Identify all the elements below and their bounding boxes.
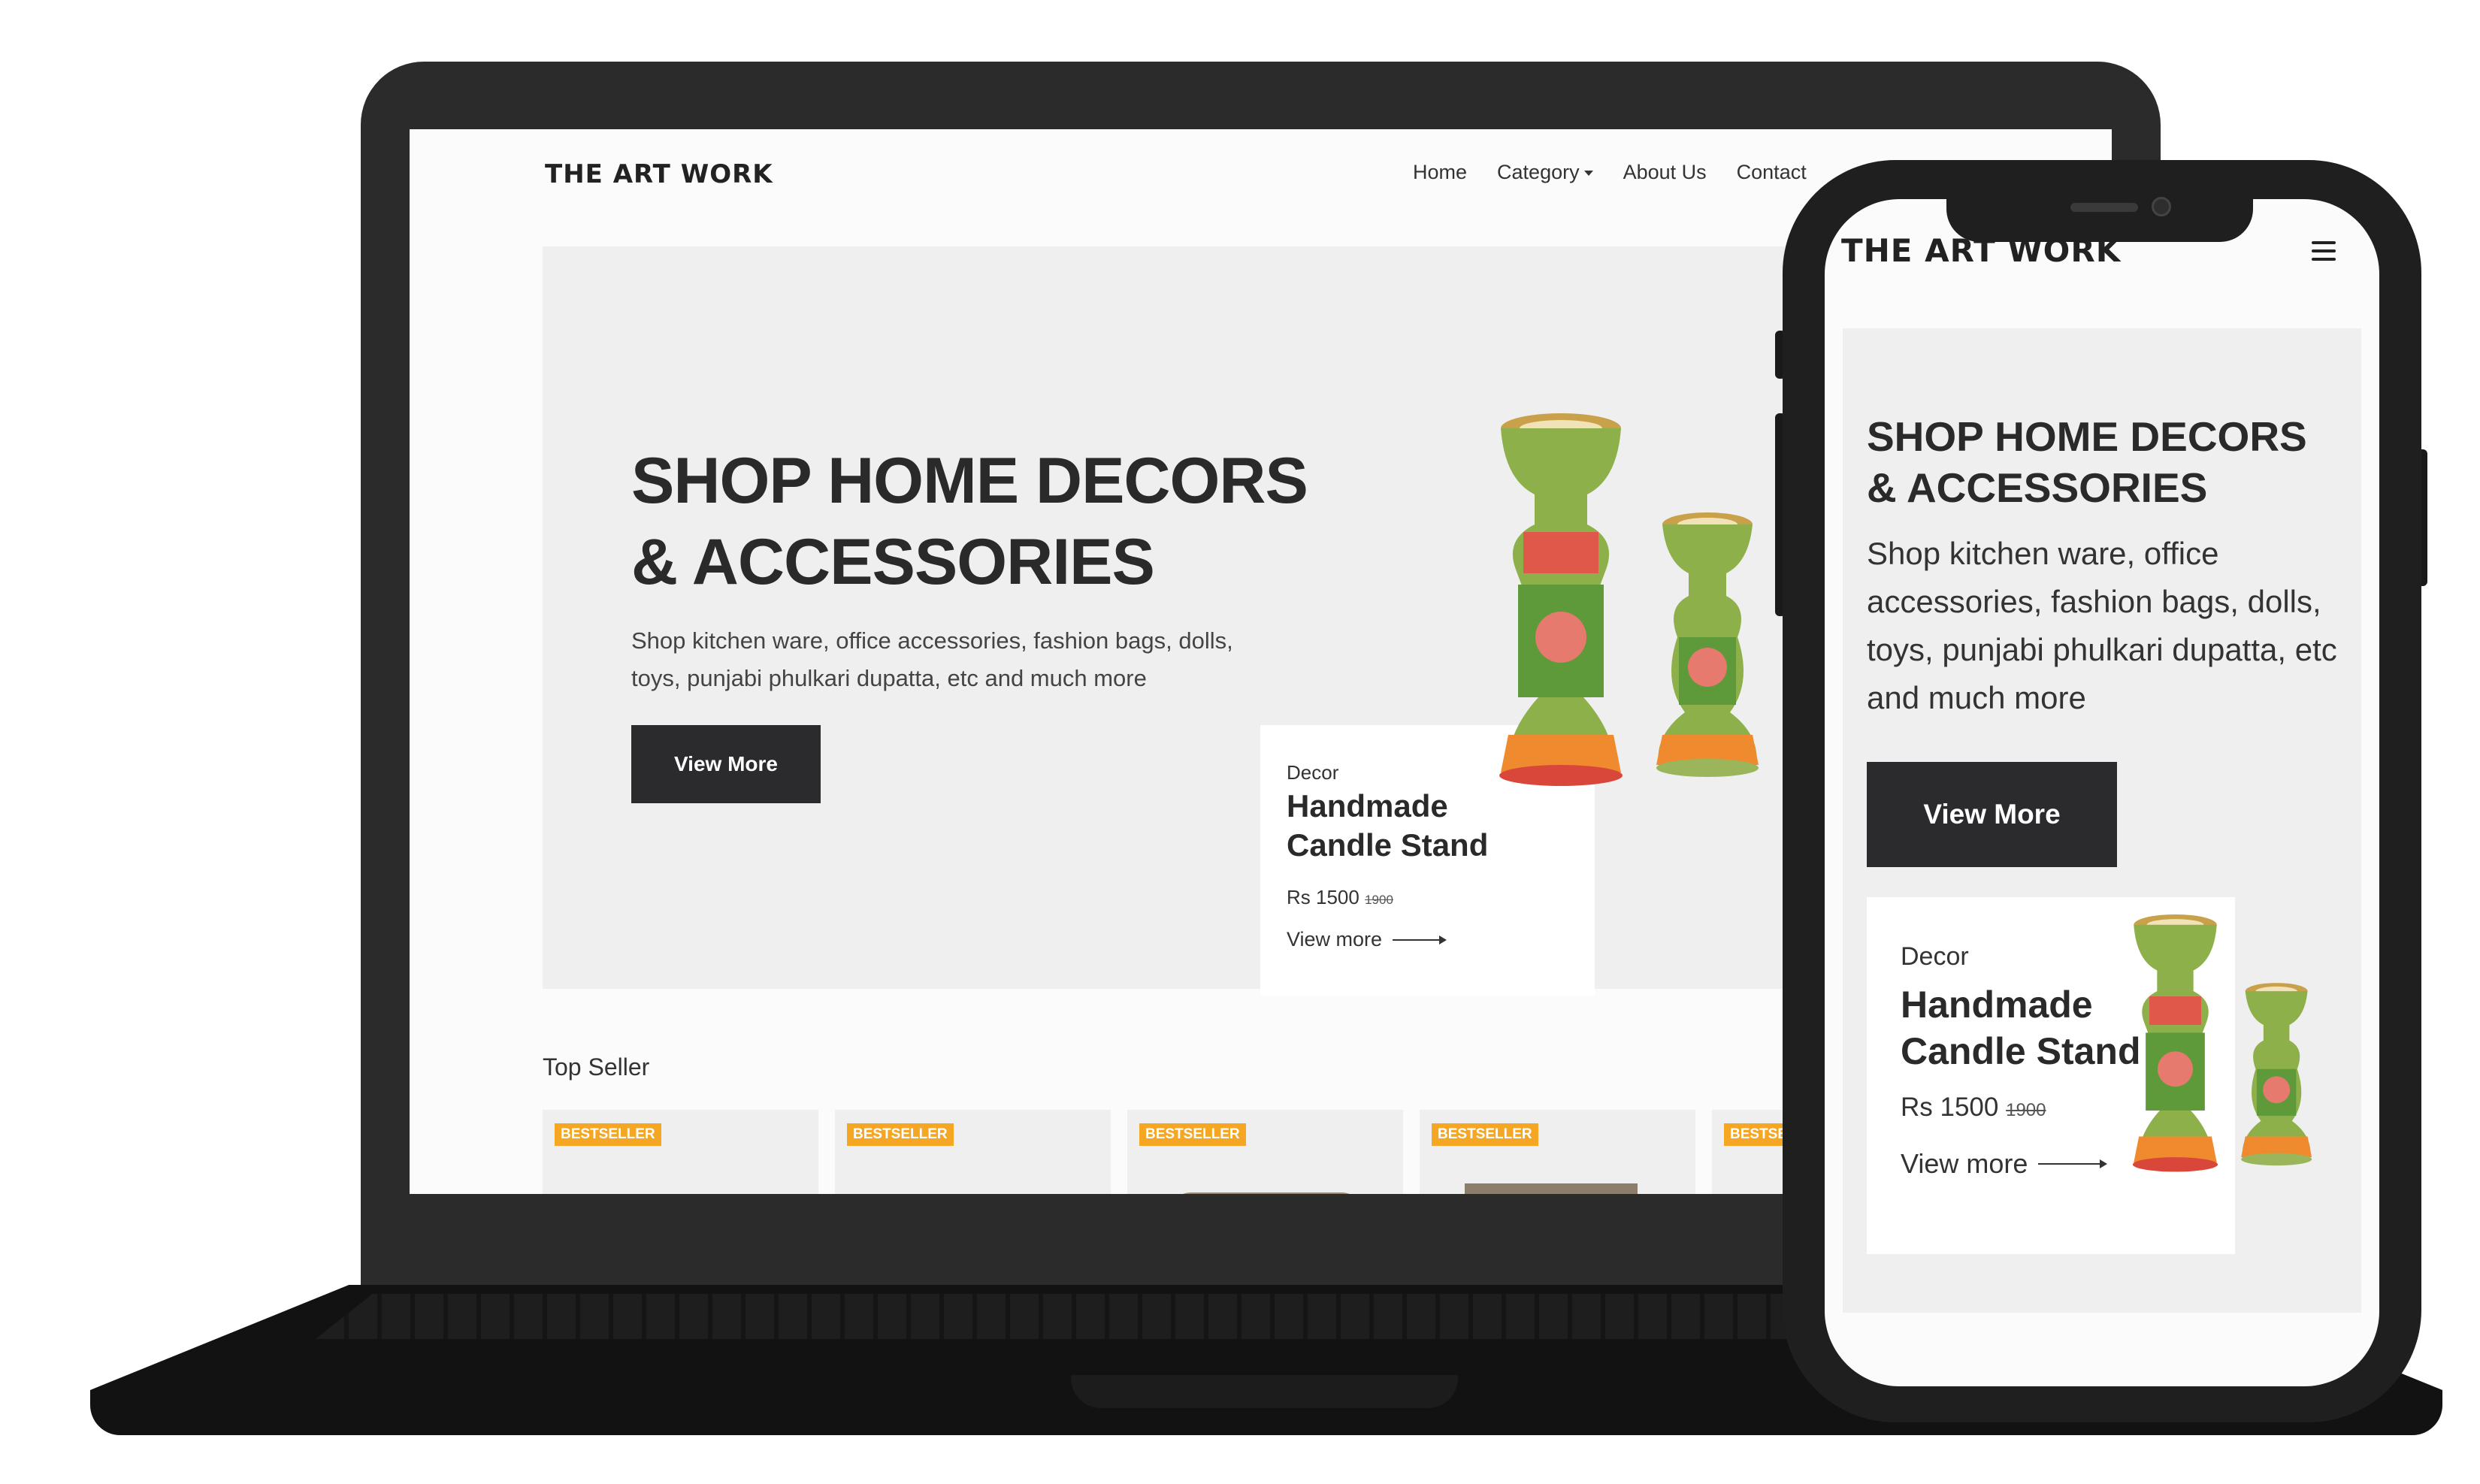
price-current: Rs 1500 — [1287, 886, 1359, 908]
product-price: Rs 1500 1900 — [1901, 1093, 2046, 1123]
product-name-line1: Handmade — [1287, 788, 1448, 824]
hero-description: Shop kitchen ware, office accessories, f… — [631, 627, 1233, 691]
price-old: 1900 — [1365, 893, 1393, 907]
product-name: Handmade Candle Stand — [1287, 787, 1488, 865]
product-tile[interactable]: BESTSELLER — [543, 1110, 818, 1194]
hero-title-line2: & ACCESSORIES — [1867, 464, 2208, 511]
product-tile[interactable]: BESTSELLER — [835, 1110, 1111, 1194]
price-current: Rs 1500 — [1901, 1093, 1999, 1122]
product-price: Rs 1500 1900 — [1287, 886, 1393, 909]
hero-title: SHOP HOME DECORS & ACCESSORIES — [1867, 411, 2348, 513]
product-category: Decor — [1287, 761, 1339, 784]
phone-screen: THE ART WORK SHOP HOME DECORS & ACCESSOR… — [1825, 199, 2379, 1386]
phone-notch — [1946, 194, 2253, 242]
caret-down-icon — [1583, 171, 1593, 177]
bestseller-tag: BESTSELLER — [555, 1123, 661, 1146]
product-name-line1: Handmade — [1901, 984, 2093, 1026]
product-thumbnail — [1465, 1183, 1638, 1194]
hamburger-menu-icon[interactable] — [2312, 241, 2336, 266]
product-name-line2: Candle Stand — [1901, 1030, 2141, 1072]
view-more-link-text: View more — [1287, 928, 1383, 951]
bestseller-tag: BESTSELLER — [1139, 1123, 1246, 1146]
long-arrow-right-icon — [1393, 935, 1447, 945]
main-nav: Home Category About Us Contact — [1413, 161, 1807, 184]
product-view-more-link[interactable]: View more — [1287, 928, 1447, 951]
hero-title: SHOP HOME DECORS & ACCESSORIES — [631, 440, 1308, 603]
nav-category[interactable]: Category — [1497, 161, 1593, 184]
nav-contact[interactable]: Contact — [1737, 161, 1807, 184]
product-tile[interactable]: BESTSELLER — [1127, 1110, 1403, 1194]
top-seller-list: BESTSELLER BESTSELLER BESTSELLER BESTSEL… — [543, 1110, 1988, 1194]
site-logo[interactable]: THE ART WORK — [545, 159, 773, 189]
product-thumbnail — [1169, 1192, 1364, 1194]
laptop-hinge-notch — [1071, 1375, 1458, 1408]
speaker-grille — [2070, 203, 2138, 212]
long-arrow-right-icon — [2038, 1159, 2108, 1168]
bestseller-tag: BESTSELLER — [847, 1123, 954, 1146]
hero-description: Shop kitchen ware, office accessories, f… — [1867, 536, 2337, 715]
product-name-line2: Candle Stand — [1287, 827, 1489, 863]
hero-banner: SHOP HOME DECORS & ACCESSORIES Shop kitc… — [1843, 328, 2361, 1313]
nav-about[interactable]: About Us — [1623, 161, 1707, 184]
view-more-button[interactable]: View More — [631, 725, 821, 803]
candle-stand-image — [2132, 914, 2312, 1172]
product-category: Decor — [1901, 942, 1969, 971]
nav-category-label: Category — [1497, 161, 1580, 183]
top-seller-heading: Top Seller — [543, 1053, 650, 1081]
price-old: 1900 — [2006, 1100, 2046, 1120]
product-view-more-link[interactable]: View more — [1901, 1148, 2108, 1180]
candle-stand-image — [1499, 413, 1759, 786]
hero-title-line1: SHOP HOME DECORS — [1867, 413, 2307, 460]
hero-title-line1: SHOP HOME DECORS — [631, 445, 1308, 517]
hero-title-line2: & ACCESSORIES — [631, 526, 1155, 598]
product-name: Handmade Candle Stand — [1901, 981, 2140, 1074]
product-tile[interactable]: BESTSELLER — [1420, 1110, 1695, 1194]
bestseller-tag: BESTSELLER — [1432, 1123, 1538, 1146]
view-more-link-text: View more — [1901, 1148, 2028, 1179]
nav-home[interactable]: Home — [1413, 161, 1467, 184]
front-camera — [2152, 197, 2171, 216]
view-more-button[interactable]: View More — [1867, 762, 2117, 867]
